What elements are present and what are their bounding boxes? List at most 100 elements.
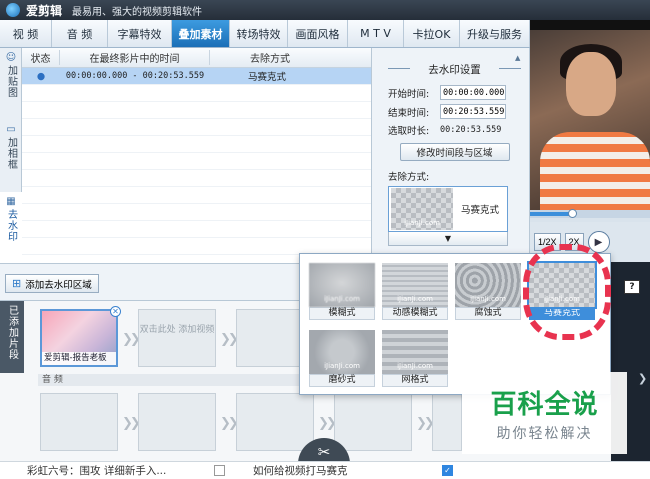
site-watermark: 百科全说 助你轻松解决	[462, 372, 627, 454]
table-row-empty	[22, 119, 371, 136]
close-icon[interactable]: ✕	[110, 306, 121, 317]
arrow-icon: ❯❯	[318, 416, 337, 431]
start-time-input[interactable]	[440, 85, 506, 100]
settings-title: 去水印设置	[388, 62, 521, 77]
overlay-side-nav: ☺ 加贴图 ▭ 加相框 ▦ 去水印	[0, 48, 22, 263]
table-row-empty	[22, 170, 371, 187]
app-name: 爱剪辑	[26, 3, 63, 18]
side-nav-add-frame[interactable]: ▭ 加相框	[0, 120, 22, 192]
arrow-icon: ❯❯	[416, 416, 435, 431]
table-row[interactable]: ● 00:00:00.000 - 00:20:53.559 马赛克式	[22, 68, 371, 85]
start-time-field-row: 开始时间:	[388, 85, 521, 100]
side-nav-remove-watermark[interactable]: ▦ 去水印	[0, 192, 22, 263]
arrow-icon: ❯❯	[220, 332, 239, 347]
preview-person-face	[566, 52, 616, 116]
table-row-empty	[22, 85, 371, 102]
preview-person-shirt	[540, 132, 650, 212]
row-method: 马赛克式	[248, 72, 287, 83]
dropdown-arrow-icon: ▼	[444, 234, 452, 243]
tab-audio[interactable]: 音 频	[52, 20, 108, 47]
tab-karaoke[interactable]: 卡拉OK	[404, 20, 460, 47]
column-header-status: 状态	[22, 50, 60, 65]
empty-clip-slot[interactable]	[40, 393, 118, 451]
table-row-empty	[22, 153, 371, 170]
empty-clip-slot[interactable]	[334, 393, 412, 451]
seek-bar[interactable]	[530, 209, 650, 218]
footer-checkbox-left[interactable]	[214, 465, 225, 476]
site-watermark-title: 百科全说	[490, 390, 599, 420]
column-header-time: 在最终影片中的时间	[60, 50, 210, 65]
method-option-erode[interactable]: iJianJi.com 腐蚀式	[455, 263, 521, 320]
title-bar: 爱剪辑 最易用、强大的视频剪辑软件	[0, 0, 650, 20]
empty-clip-slot[interactable]	[432, 393, 462, 451]
method-preview-motion-blur: iJianJi.com	[382, 263, 448, 307]
method-option-frost[interactable]: iJianJi.com 磨砂式	[309, 330, 375, 387]
table-row-empty	[22, 187, 371, 204]
help-button[interactable]: ?	[624, 280, 640, 294]
selected-method-name: 马赛克式	[461, 205, 500, 216]
footer-checkbox-right[interactable]: ✓	[442, 465, 453, 476]
removal-method-select[interactable]: iJianJi.com 马赛克式	[388, 186, 508, 232]
arrow-icon: ❯❯	[122, 416, 141, 431]
method-preview-erode: iJianJi.com	[455, 263, 521, 307]
removal-method-label: 去除方式:	[388, 172, 430, 183]
seek-bar-fill	[530, 212, 572, 216]
placeholder-text: 双击此处 添加视频	[139, 325, 215, 335]
duration-label: 选取时长:	[388, 126, 430, 137]
arrow-icon: ❯❯	[122, 332, 141, 347]
tab-mtv[interactable]: M T V	[348, 20, 404, 47]
tab-picture-style[interactable]: 画面风格	[288, 20, 348, 47]
tab-transition-effects[interactable]: 转场特效	[230, 20, 288, 47]
footer-link-right[interactable]: 如何给视频打马赛克	[253, 463, 348, 478]
method-preview-frost: iJianJi.com	[309, 330, 375, 374]
sticker-icon: ☺	[5, 52, 17, 63]
table-header: 状态 在最终影片中的时间 去除方式	[22, 48, 371, 68]
duration-value: 00:20:53.559	[440, 125, 502, 135]
side-nav-add-sticker[interactable]: ☺ 加贴图	[0, 48, 22, 120]
row-time: 00:00:00.000 - 00:20:53.559	[65, 71, 205, 81]
method-preview-blur: iJianJi.com	[309, 263, 375, 307]
tab-subtitle-effects[interactable]: 字幕特效	[108, 20, 172, 47]
app-logo-icon	[6, 3, 20, 17]
modify-time-region-button[interactable]: 修改时间段与区域	[399, 143, 510, 161]
seek-bar-handle[interactable]	[568, 209, 577, 218]
video-preview	[530, 20, 650, 215]
tab-video[interactable]: 视 频	[0, 20, 52, 47]
table-row-empty	[22, 136, 371, 153]
add-region-icon: ⊞	[12, 278, 22, 290]
audio-track-label: 音 频	[38, 374, 328, 386]
play-icon: ▶	[594, 236, 603, 248]
timeline-clip-first[interactable]: ✕ 爱剪辑-报告老板	[40, 306, 121, 367]
add-watermark-region-button[interactable]: ⊞ 添加去水印区域	[5, 274, 99, 293]
method-option-motion-blur[interactable]: iJianJi.com 动感模糊式	[382, 263, 448, 320]
method-preview-grid: iJianJi.com	[382, 330, 448, 374]
footer-link-left[interactable]: 彩虹六号：围攻 详细新手入...	[27, 463, 166, 478]
start-time-label: 开始时间:	[388, 88, 430, 100]
row-status: ●	[36, 70, 46, 82]
end-time-label: 结束时间:	[388, 107, 430, 119]
scissors-icon: ✂	[317, 443, 331, 461]
duration-field-row: 选取时长: 00:20:53.559	[388, 123, 521, 137]
watermark-settings-panel: ▲ 去水印设置 开始时间: 结束时间: 选取时长: 00:20:53.559 修…	[372, 48, 530, 263]
method-option-grid[interactable]: iJianJi.com 网格式	[382, 330, 448, 387]
add-video-placeholder[interactable]: 双击此处 添加视频	[138, 309, 216, 367]
tab-overlay-material[interactable]: 叠加素材	[172, 20, 230, 47]
tab-upgrade-service[interactable]: 升级与服务	[460, 20, 530, 47]
watermark-icon: ▦	[6, 196, 16, 207]
table-row-empty	[22, 221, 371, 238]
table-row-empty	[22, 204, 371, 221]
end-time-input[interactable]	[440, 104, 506, 119]
empty-clip-slot[interactable]	[138, 393, 216, 451]
column-header-method: 去除方式	[250, 54, 290, 65]
arrow-icon: ❯❯	[220, 416, 239, 431]
watermark-list-panel: 状态 在最终影片中的时间 去除方式 ● 00:00:00.000 - 00:20…	[22, 48, 372, 263]
app-slogan: 最易用、强大的视频剪辑软件	[72, 6, 203, 18]
scroll-up-icon[interactable]: ▲	[515, 54, 525, 62]
method-dropdown-button[interactable]: ▼	[388, 232, 508, 246]
empty-clip-slot[interactable]	[236, 393, 314, 451]
main-tab-bar: 视 频 音 频 字幕特效 叠加素材 转场特效 画面风格 M T V 卡拉OK 升…	[0, 20, 530, 48]
frame-icon: ▭	[6, 124, 16, 135]
expand-arrow-icon[interactable]: ❯	[638, 372, 647, 385]
added-clips-label: 已添加片段	[0, 301, 24, 373]
method-option-blur[interactable]: iJianJi.com 模糊式	[309, 263, 375, 320]
